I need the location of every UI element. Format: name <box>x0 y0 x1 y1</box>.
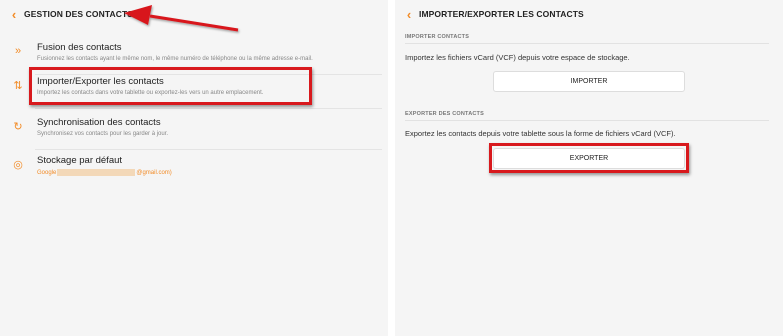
annotation-arrow-icon <box>124 5 239 32</box>
screenshot-stage: ‹ GESTION DES CONTACTS » Fusion des cont… <box>0 0 783 336</box>
